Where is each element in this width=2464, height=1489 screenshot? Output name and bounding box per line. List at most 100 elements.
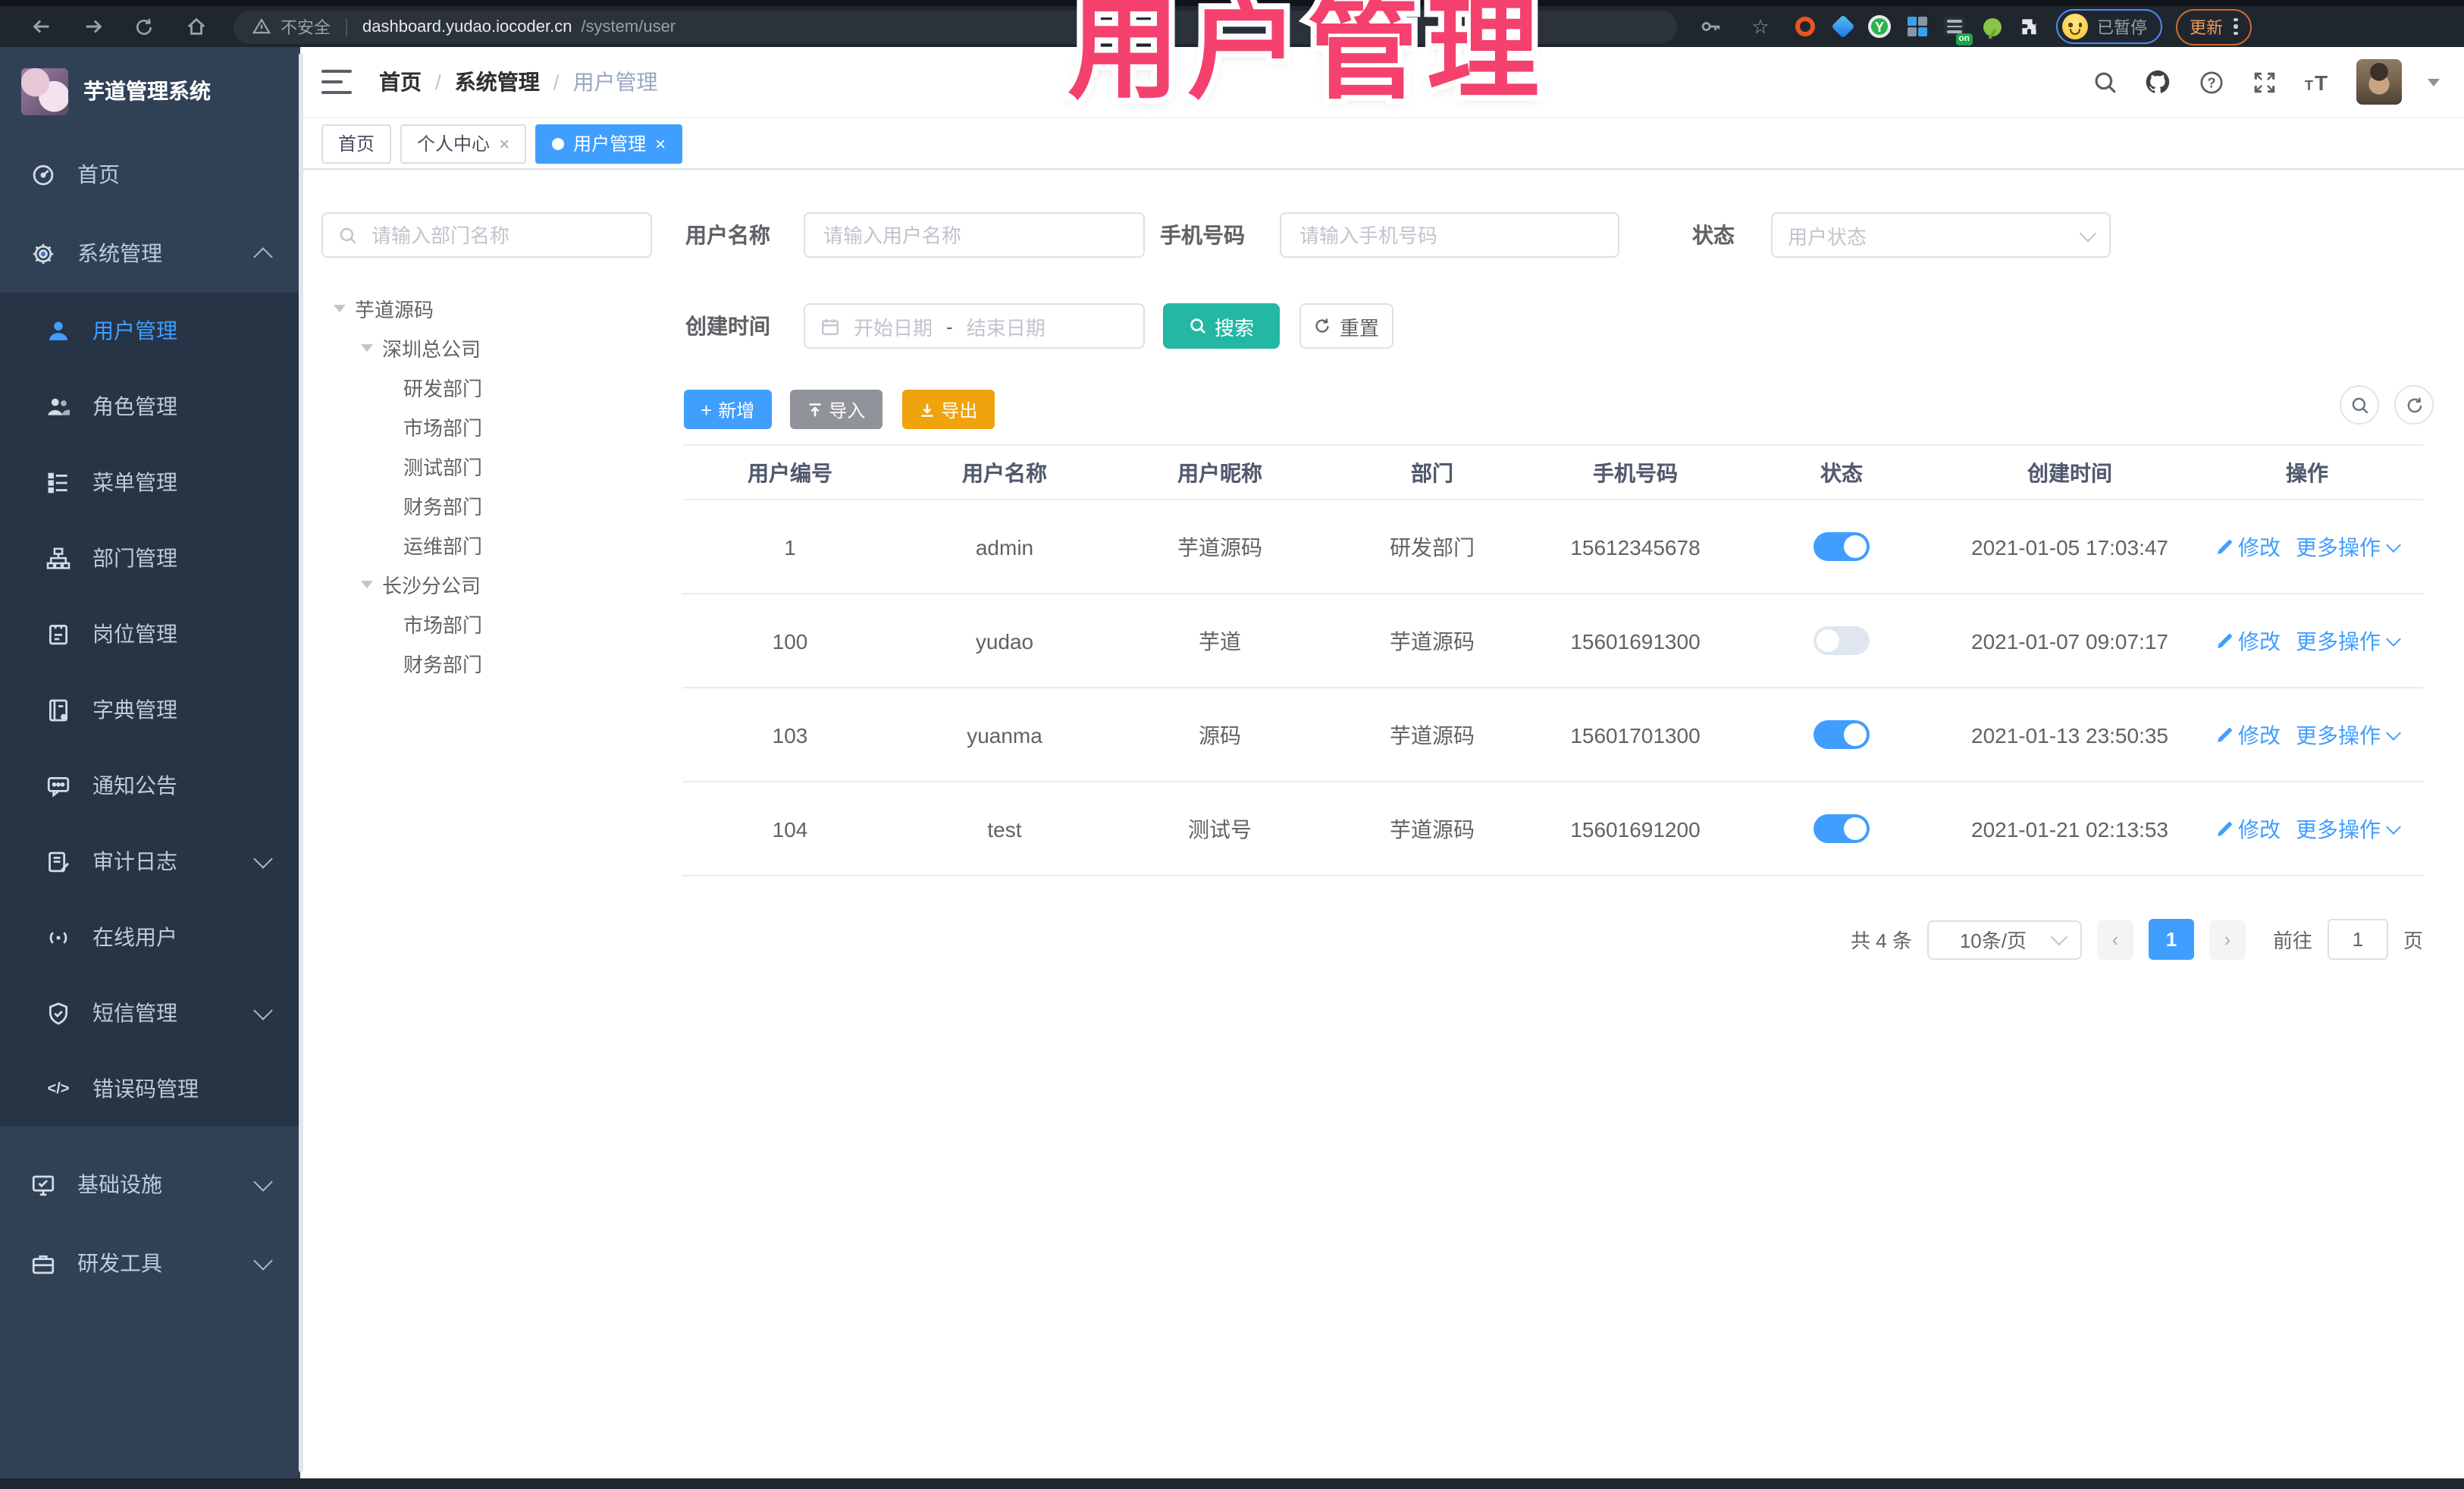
topbar: 首页 / 系统管理 / 用户管理 ? TT	[300, 47, 2464, 118]
close-icon[interactable]: ×	[655, 133, 666, 154]
username-input[interactable]	[820, 222, 1128, 248]
tree-node-dept[interactable]: 市场部门	[321, 406, 655, 446]
browser-back-icon[interactable]	[23, 11, 59, 42]
extension-puzzle-icon[interactable]	[2018, 14, 2042, 39]
help-icon[interactable]: ?	[2197, 68, 2224, 96]
bookmark-star-icon[interactable]: ☆	[1742, 11, 1779, 42]
dept-tree: 芋道源码 深圳总公司 研发部门 市场部门 测试部门 财务部门 运维部门 长沙分公…	[321, 288, 655, 682]
tree-node-company[interactable]: 深圳总公司	[321, 328, 655, 367]
sidebar-logo-row[interactable]: 芋道管理系统	[0, 47, 300, 135]
tree-node-root[interactable]: 芋道源码	[321, 288, 655, 328]
prev-page-button[interactable]: ‹	[2096, 920, 2133, 959]
browser-forward-icon[interactable]	[74, 11, 111, 42]
tree-node-company[interactable]: 长沙分公司	[321, 564, 655, 603]
tab-home[interactable]: 首页	[321, 124, 392, 163]
sidebar-item-infrastructure[interactable]: 基础设施	[0, 1145, 300, 1224]
edit-link[interactable]: 修改	[2215, 625, 2281, 656]
page-size-select[interactable]: 10条/页	[1926, 920, 2082, 959]
edit-link[interactable]: 修改	[2215, 813, 2281, 844]
next-page-button[interactable]: ›	[2209, 920, 2246, 959]
status-toggle[interactable]	[1814, 626, 1870, 655]
reset-button[interactable]: 重置	[1299, 303, 1393, 349]
tree-node-dept[interactable]: 财务部门	[321, 643, 655, 682]
security-label[interactable]: 不安全	[281, 14, 331, 39]
sidebar-collapse-icon[interactable]	[321, 70, 352, 94]
tree-node-dept[interactable]: 市场部门	[321, 603, 655, 643]
user-avatar[interactable]	[2356, 59, 2402, 105]
sidebar-scrollbar[interactable]	[299, 53, 303, 1472]
extension-yudao-icon[interactable]: Y	[1868, 15, 1891, 38]
browser-home-icon[interactable]	[177, 11, 214, 42]
date-range-picker[interactable]: 开始日期 - 结束日期	[804, 303, 1145, 349]
goto-page-input[interactable]	[2327, 919, 2388, 960]
extension-grid-icon[interactable]	[1904, 14, 1929, 39]
extension-gem-icon[interactable]	[1830, 14, 1854, 39]
add-button[interactable]: + 新增	[684, 390, 772, 429]
export-button[interactable]: 导出	[901, 390, 995, 429]
url-path: /system/user	[581, 17, 676, 36]
edit-link[interactable]: 修改	[2215, 531, 2281, 562]
tree-node-dept[interactable]: 运维部门	[321, 525, 655, 564]
sidebar-item-dict-management[interactable]: 字典管理	[0, 672, 300, 748]
svg-text:T: T	[2315, 71, 2328, 94]
sidebar-item-dept-management[interactable]: 部门管理	[0, 520, 300, 596]
github-icon[interactable]	[2144, 68, 2171, 96]
status-select-value: 用户状态	[1788, 225, 1867, 248]
current-page-button[interactable]: 1	[2148, 919, 2194, 960]
caret-down-icon[interactable]	[334, 304, 346, 312]
extension-key-icon[interactable]	[1980, 14, 2005, 39]
sidebar-item-post-management[interactable]: 岗位管理	[0, 596, 300, 672]
sidebar-item-sms-management[interactable]: 短信管理	[0, 975, 300, 1051]
sidebar-item-audit-log[interactable]: 审计日志	[0, 823, 300, 899]
extension-ubuntu-icon[interactable]	[1792, 14, 1817, 39]
status-toggle[interactable]	[1814, 814, 1870, 843]
browser-reload-icon[interactable]	[126, 11, 162, 42]
caret-down-icon[interactable]	[361, 343, 373, 351]
status-toggle[interactable]	[1814, 532, 1870, 561]
caret-down-icon[interactable]	[361, 580, 373, 588]
sidebar-item-online-users[interactable]: 在线用户	[0, 899, 300, 975]
sidebar-item-role-management[interactable]: 角色管理	[0, 368, 300, 444]
more-actions-link[interactable]: 更多操作	[2296, 531, 2401, 562]
browser-menu-icon[interactable]	[2234, 17, 2237, 36]
tree-node-dept[interactable]: 研发部门	[321, 367, 655, 406]
more-actions-link[interactable]: 更多操作	[2296, 813, 2401, 844]
date-start-placeholder: 开始日期	[854, 316, 933, 339]
tree-node-dept[interactable]: 财务部门	[321, 485, 655, 525]
sidebar-item-home[interactable]: 首页	[0, 135, 300, 214]
sidebar-item-user-management[interactable]: 用户管理	[0, 293, 300, 368]
show-search-button[interactable]	[2340, 385, 2379, 425]
sidebar-item-notice[interactable]: 通知公告	[0, 748, 300, 823]
edit-link[interactable]: 修改	[2215, 719, 2281, 750]
search-icon[interactable]	[2091, 68, 2118, 96]
chevron-up-icon	[253, 246, 273, 266]
user-menu-caret-icon[interactable]	[2428, 78, 2440, 86]
breadcrumb-home[interactable]: 首页	[379, 67, 422, 97]
mobile-input[interactable]	[1296, 222, 1603, 248]
import-button[interactable]: 导入	[789, 390, 882, 429]
password-key-icon[interactable]	[1692, 11, 1729, 42]
status-select[interactable]: 用户状态	[1771, 212, 2111, 258]
tab-profile[interactable]: 个人中心 ×	[400, 124, 527, 163]
search-button[interactable]: 搜索	[1163, 303, 1280, 349]
tree-node-dept[interactable]: 测试部门	[321, 446, 655, 485]
fullscreen-icon[interactable]	[2250, 68, 2277, 96]
sidebar-item-dev-tools[interactable]: 研发工具	[0, 1224, 300, 1302]
sidebar-item-error-code[interactable]: </> 错误码管理	[0, 1051, 300, 1127]
close-icon[interactable]: ×	[499, 133, 509, 154]
font-size-icon[interactable]: TT	[2303, 68, 2331, 96]
more-actions-link[interactable]: 更多操作	[2296, 719, 2401, 750]
status-toggle[interactable]	[1814, 720, 1870, 749]
extension-list-icon[interactable]: on	[1942, 14, 1973, 45]
refresh-table-button[interactable]	[2394, 385, 2434, 425]
browser-profile-button[interactable]: 已暂停	[2056, 9, 2162, 44]
breadcrumb-system[interactable]: 系统管理	[455, 67, 540, 97]
browser-update-button[interactable]: 更新	[2176, 8, 2251, 45]
url-host[interactable]: dashboard.yudao.iocoder.cn	[362, 17, 572, 36]
url-bar[interactable]: 不安全 dashboard.yudao.iocoder.cn/system/us…	[234, 10, 1677, 43]
more-actions-link[interactable]: 更多操作	[2296, 625, 2401, 656]
sidebar-item-menu-management[interactable]: 菜单管理	[0, 444, 300, 520]
sidebar-item-system[interactable]: 系统管理	[0, 214, 300, 293]
tab-user-management[interactable]: 用户管理 ×	[535, 124, 683, 163]
dept-search-input[interactable]	[368, 222, 635, 248]
